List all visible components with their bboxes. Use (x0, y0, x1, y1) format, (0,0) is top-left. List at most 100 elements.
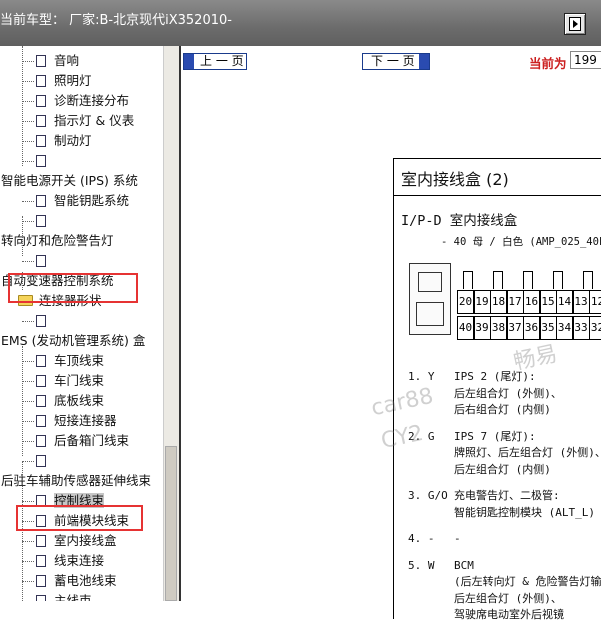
document-icon (36, 215, 46, 227)
wire-description: 后左组合灯 (外侧)、 (454, 386, 562, 400)
tree-item-8[interactable] (36, 212, 54, 230)
tree-connector (22, 216, 23, 256)
tree-item-label: 智能电源开关 (IPS) 系统 (1, 173, 138, 188)
highlight-box-connector-shape (8, 273, 138, 303)
document-icon (36, 155, 46, 167)
tree-connector (22, 161, 34, 162)
tree-item-27[interactable]: 主线束 (36, 592, 92, 601)
tree-connector (22, 261, 34, 262)
document-icon (36, 55, 46, 67)
play-icon (569, 17, 581, 31)
document-viewer[interactable]: 室内接线盒 (2) I/P-D 室内接线盒 - 40 母 / 白色 (AMP_025… (181, 78, 601, 621)
tree-group-9[interactable]: 转向灯和危险警告灯 (1, 232, 114, 250)
scrollbar-thumb[interactable] (165, 446, 177, 601)
connector-spec: - 40 母 / 白色 (AMP_025_40F_W) (441, 236, 601, 248)
highlight-box-interior-junction (16, 505, 143, 531)
tree-group-21[interactable]: 后驻车辅助传感器延伸线束 (1, 472, 151, 490)
connector-image (409, 263, 451, 335)
expand-button[interactable] (564, 13, 586, 35)
tree-item-2[interactable]: 诊断连接分布 (36, 92, 129, 110)
connector-pin: 14 (556, 290, 573, 314)
wire-number: 3. G/O (408, 489, 448, 502)
wire-description: 驾驶席电动室外后视镜 (454, 608, 564, 621)
tree-item-26[interactable]: 蓄电池线束 (36, 572, 117, 590)
document-icon (36, 415, 46, 427)
tree-item-1[interactable]: 照明灯 (36, 72, 92, 90)
document-icon (36, 555, 46, 567)
prev-page-button[interactable]: 上 一 页 (183, 53, 247, 70)
tree-item-20[interactable] (36, 452, 54, 470)
document-icon (36, 575, 46, 587)
page-toolbar: 上 一 页 下 一 页 当前为 (181, 46, 601, 78)
connector-tab (493, 271, 503, 289)
tree-item-label: 主线束 (54, 593, 92, 601)
tree-item-24[interactable]: 室内接线盒 (36, 532, 117, 550)
tree-item-5[interactable] (36, 152, 54, 170)
tree-item-16[interactable]: 车门线束 (36, 372, 104, 390)
tree-connector (22, 581, 34, 582)
tree-item-17[interactable]: 底板线束 (36, 392, 104, 410)
connector-pin: 12 (589, 290, 601, 314)
tree-connector (22, 381, 34, 382)
tree-connector (22, 461, 34, 462)
tree-connector (22, 221, 34, 222)
tree-item-label: 后备箱门线束 (54, 433, 130, 448)
tree-panel[interactable]: 音响照明灯诊断连接分布指示灯 & 仪表 制动灯智能电源开关 (IPS) 系统智能钥… (0, 46, 163, 601)
tree-item-4[interactable]: 制动灯 (36, 132, 92, 150)
document-icon (36, 115, 46, 127)
next-page-button[interactable]: 下 一 页 (362, 53, 430, 70)
document-icon (36, 375, 46, 387)
document-icon (36, 195, 46, 207)
tree-item-25[interactable]: 线束连接 (36, 552, 104, 570)
document-icon (36, 135, 46, 147)
title-bar: 当前车型： 厂家:B-北京现代iX352010- (0, 0, 601, 46)
tree-item-label: 线束连接 (54, 553, 105, 568)
tree-item-label: 转向灯和危险警告灯 (1, 233, 114, 248)
tree-item-label: 后驻车辅助传感器延伸线束 (1, 473, 152, 488)
page-number-input[interactable] (570, 51, 601, 69)
pin-tabs (457, 271, 601, 291)
tree-item-15[interactable]: 车顶线束 (36, 352, 104, 370)
tree-scrollbar[interactable] (163, 46, 179, 601)
tree-item-3[interactable]: 指示灯 & 仪表 (36, 112, 134, 130)
connector-pin: 13 (572, 290, 590, 314)
tree-item-0[interactable]: 音响 (36, 52, 79, 70)
wire-description: 后左组合灯 (外侧)、 (454, 591, 562, 605)
tree-item-7[interactable]: 智能钥匙系统 (36, 192, 129, 210)
document-icon (36, 75, 46, 87)
tree-item-label: 车门线束 (54, 373, 105, 388)
connector-pin: 15 (539, 290, 557, 314)
tree-item-13[interactable] (36, 312, 54, 330)
tree-item-label: 音响 (54, 53, 80, 68)
document-icon (36, 455, 46, 467)
tree-connector (22, 141, 34, 142)
document-icon (36, 255, 46, 267)
tree-item-label: 智能钥匙系统 (54, 193, 130, 208)
current-page-label: 当前为 (529, 56, 567, 71)
document-title: 室内接线盒 (2) (401, 170, 509, 189)
tree-group-6[interactable]: 智能电源开关 (IPS) 系统 (1, 172, 138, 190)
tree-item-19[interactable]: 后备箱门线束 (36, 432, 129, 450)
tree-item-18[interactable]: 短接连接器 (36, 412, 117, 430)
connector-pin: 17 (506, 290, 524, 314)
connector-tab (523, 271, 533, 289)
tree-item-label: 底板线束 (54, 393, 105, 408)
connector-pin: 16 (523, 290, 540, 314)
tree-connector (22, 501, 34, 502)
arrow-right-icon (419, 54, 429, 69)
tree-item-label: 照明灯 (54, 73, 92, 88)
tree-connector (22, 441, 34, 442)
tree-item-label: 诊断连接分布 (54, 93, 130, 108)
connector-pin: 39 (473, 316, 491, 340)
connector-pin: 40 (457, 316, 474, 340)
tree-connector (22, 321, 34, 322)
tree-item-10[interactable] (36, 252, 54, 270)
wire-description: 牌照灯、后左组合灯 (外侧)、 (454, 446, 601, 459)
connector-tab (463, 271, 473, 289)
document-icon (36, 95, 46, 107)
tree-connector (22, 421, 34, 422)
wire-description: 后左组合灯 (内侧) (454, 462, 551, 476)
tree-item-label: 车顶线束 (54, 353, 105, 368)
connector-pin: 37 (506, 316, 524, 340)
tree-connector (22, 462, 23, 601)
